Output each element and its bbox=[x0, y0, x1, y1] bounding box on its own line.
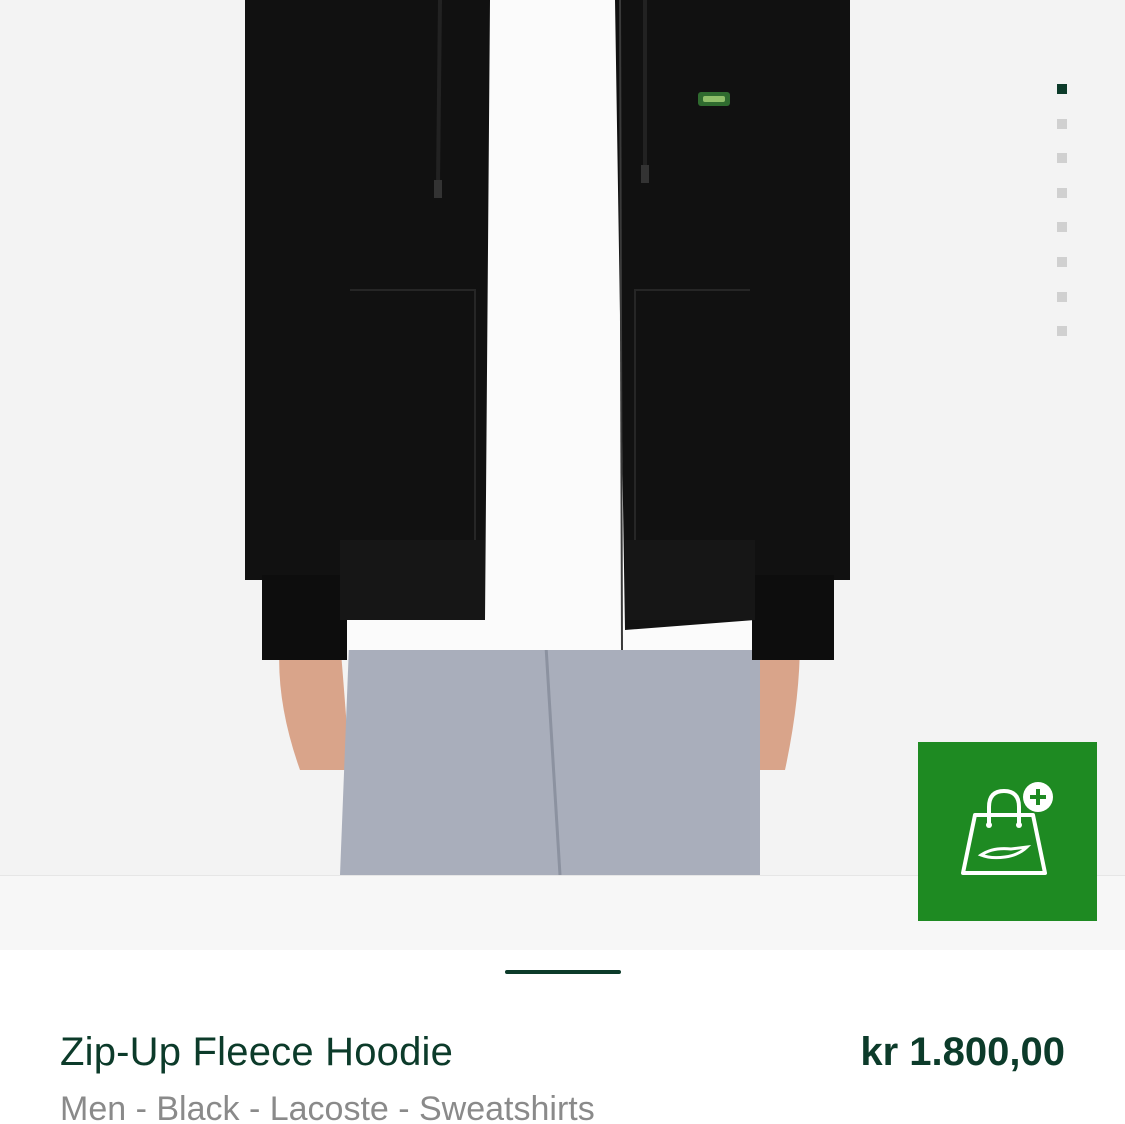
sheet-drag-handle[interactable] bbox=[505, 970, 621, 974]
product-price: kr 1.800,00 bbox=[860, 1030, 1065, 1074]
gallery-dot-5[interactable] bbox=[1057, 222, 1067, 233]
gallery-dot-7[interactable] bbox=[1057, 291, 1067, 302]
gallery-pagination[interactable] bbox=[1057, 84, 1069, 361]
gallery-dot-1[interactable] bbox=[1057, 84, 1067, 94]
product-title: Zip-Up Fleece Hoodie bbox=[60, 1030, 454, 1074]
product-breadcrumb: Men - Black - Lacoste - Sweatshirts bbox=[60, 1090, 595, 1124]
product-image-gallery[interactable] bbox=[0, 0, 1125, 950]
gallery-dot-2[interactable] bbox=[1057, 118, 1067, 129]
gallery-dot-6[interactable] bbox=[1057, 256, 1067, 267]
shopping-bag-plus-icon bbox=[960, 781, 1053, 875]
gallery-dot-3[interactable] bbox=[1057, 153, 1067, 164]
gallery-dot-8[interactable] bbox=[1057, 326, 1067, 337]
add-to-bag-button[interactable] bbox=[918, 742, 1097, 921]
gallery-dot-4[interactable] bbox=[1057, 187, 1067, 198]
